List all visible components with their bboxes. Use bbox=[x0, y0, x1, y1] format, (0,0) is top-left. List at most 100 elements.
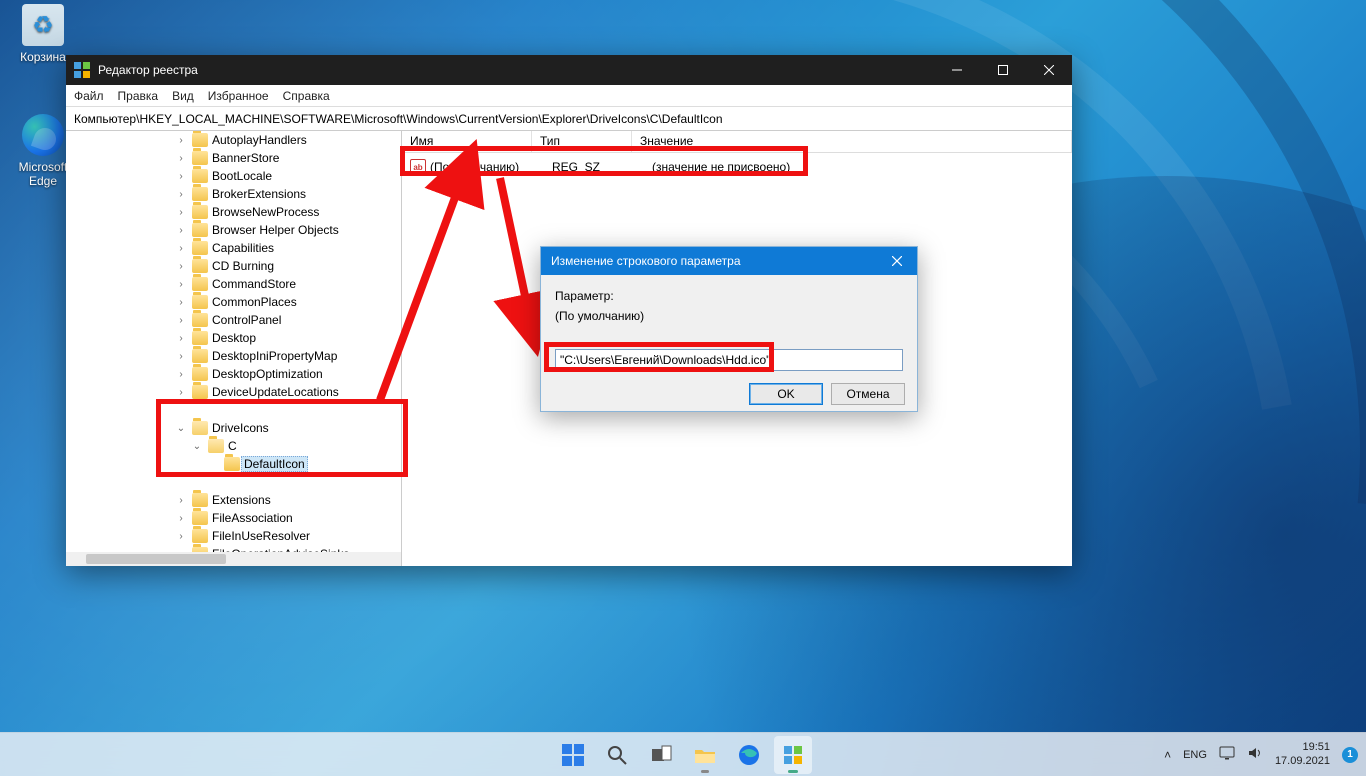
maximize-button[interactable] bbox=[980, 55, 1026, 85]
tree-item-driveicons[interactable]: ⌄ DriveIcons bbox=[66, 419, 401, 437]
tree-pane[interactable]: ›AutoplayHandlers›BannerStore›BootLocale… bbox=[66, 131, 402, 566]
system-tray[interactable]: ˄ ENG 19:51 17.09.2021 1 bbox=[1164, 741, 1358, 767]
tree-twisty-icon[interactable]: › bbox=[174, 495, 188, 506]
tree-twisty-icon[interactable]: › bbox=[174, 189, 188, 200]
dialog-titlebar[interactable]: Изменение строкового параметра bbox=[541, 247, 917, 275]
tree-item[interactable]: ›Extensions bbox=[66, 491, 401, 509]
edit-string-dialog: Изменение строкового параметра Параметр:… bbox=[540, 246, 918, 412]
address-bar[interactable]: Компьютер\HKEY_LOCAL_MACHINE\SOFTWARE\Mi… bbox=[66, 107, 1072, 131]
address-text: Компьютер\HKEY_LOCAL_MACHINE\SOFTWARE\Mi… bbox=[74, 112, 723, 126]
minimize-button[interactable] bbox=[934, 55, 980, 85]
tree-item[interactable]: ›CommonPlaces bbox=[66, 293, 401, 311]
tree-twisty-icon[interactable]: › bbox=[174, 513, 188, 524]
tree-twisty-icon[interactable]: › bbox=[174, 531, 188, 542]
tree-item[interactable]: › BrowseNewProcess bbox=[66, 203, 401, 221]
menu-help[interactable]: Справка bbox=[283, 89, 330, 103]
tree-twisty-icon[interactable]: › bbox=[174, 207, 188, 218]
menu-edit[interactable]: Правка bbox=[118, 89, 159, 103]
tree-item-label: BrokerExtensions bbox=[212, 187, 306, 201]
tree-item[interactable]: › FileInUseResolver bbox=[66, 527, 401, 545]
menu-view[interactable]: Вид bbox=[172, 89, 194, 103]
tree-item[interactable]: ›Capabilities bbox=[66, 239, 401, 257]
network-icon[interactable] bbox=[1219, 745, 1235, 764]
folder-icon bbox=[192, 529, 208, 543]
tree-twisty-icon[interactable]: ⌄ bbox=[190, 441, 204, 452]
volume-icon[interactable] bbox=[1247, 745, 1263, 764]
folder-icon bbox=[192, 493, 208, 507]
tree-item-label: CD Burning bbox=[212, 259, 274, 273]
tree-item-defaulticon[interactable]: ›DefaultIcon bbox=[66, 455, 401, 473]
tree-item[interactable]: ›DeviceUpdateLocations bbox=[66, 383, 401, 401]
tree-item-label: ControlPanel bbox=[212, 313, 281, 327]
dialog-close-button[interactable] bbox=[877, 247, 917, 275]
tree-horizontal-scrollbar[interactable] bbox=[66, 552, 401, 566]
values-header: Имя Тип Значение bbox=[402, 131, 1072, 153]
tree-twisty-icon[interactable]: › bbox=[174, 279, 188, 290]
col-header-name[interactable]: Имя bbox=[402, 131, 532, 152]
tree-item[interactable]: › Browser Helper Objects bbox=[66, 221, 401, 239]
tree-twisty-icon[interactable]: › bbox=[174, 297, 188, 308]
notification-badge[interactable]: 1 bbox=[1342, 747, 1358, 763]
folder-icon bbox=[192, 133, 208, 147]
tree-item[interactable]: › CD Burning bbox=[66, 257, 401, 275]
tree-twisty-icon[interactable]: ⌄ bbox=[174, 423, 188, 434]
tree-twisty-icon[interactable]: › bbox=[174, 315, 188, 326]
folder-icon bbox=[208, 439, 224, 453]
tree-item[interactable]: ›FileAssociation bbox=[66, 509, 401, 527]
tree-item-label: BrowseNewProcess bbox=[212, 205, 319, 219]
tree-twisty-icon[interactable]: › bbox=[174, 243, 188, 254]
dialog-param-label: Параметр: bbox=[555, 289, 903, 303]
regedit-taskbar-button[interactable] bbox=[774, 736, 812, 774]
tree-item[interactable]: ›AutoplayHandlers bbox=[66, 131, 401, 149]
tree-twisty-icon[interactable]: › bbox=[174, 171, 188, 182]
tree-twisty-icon[interactable]: › bbox=[174, 333, 188, 344]
tree-item-label: FileInUseResolver bbox=[212, 529, 310, 543]
tray-overflow-chevron-icon[interactable]: ˄ bbox=[1164, 748, 1171, 762]
tree-item[interactable]: ›DesktopOptimization bbox=[66, 365, 401, 383]
tree-item[interactable]: ›BootLocale bbox=[66, 167, 401, 185]
tree-item[interactable]: ›Desktop bbox=[66, 329, 401, 347]
tree-item[interactable]: ›DesktopIniPropertyMap bbox=[66, 347, 401, 365]
value-type: REG_SZ bbox=[544, 160, 644, 174]
dialog-value-input[interactable] bbox=[555, 349, 903, 371]
start-button[interactable] bbox=[554, 736, 592, 774]
tree-item-label: C bbox=[228, 439, 237, 453]
tree-item-label: DriveIcons bbox=[212, 421, 269, 435]
tree-twisty-icon[interactable]: › bbox=[174, 261, 188, 272]
search-button[interactable] bbox=[598, 736, 636, 774]
edge-button[interactable] bbox=[730, 736, 768, 774]
col-header-type[interactable]: Тип bbox=[532, 131, 632, 152]
titlebar[interactable]: Редактор реестра bbox=[66, 55, 1072, 85]
tree-twisty-icon[interactable]: › bbox=[174, 225, 188, 236]
tree-item[interactable]: › ControlPanel bbox=[66, 311, 401, 329]
folder-icon bbox=[192, 259, 208, 273]
folder-icon bbox=[192, 151, 208, 165]
close-button[interactable] bbox=[1026, 55, 1072, 85]
menu-file[interactable]: Файл bbox=[74, 89, 104, 103]
tree-twisty-icon[interactable]: › bbox=[174, 153, 188, 164]
col-header-data[interactable]: Значение bbox=[632, 131, 1072, 152]
taskview-button[interactable] bbox=[642, 736, 680, 774]
tree-item[interactable]: ›BannerStore bbox=[66, 149, 401, 167]
folder-icon bbox=[192, 367, 208, 381]
tree-twisty-icon[interactable]: › bbox=[174, 351, 188, 362]
clock[interactable]: 19:51 17.09.2021 bbox=[1275, 741, 1330, 767]
tree-item-c[interactable]: ⌄C bbox=[66, 437, 401, 455]
tree-item[interactable]: › BrokerExtensions bbox=[66, 185, 401, 203]
tree-twisty-icon[interactable]: › bbox=[174, 369, 188, 380]
tree-twisty-icon[interactable]: › bbox=[174, 135, 188, 146]
tree-item[interactable]: › CommandStore bbox=[66, 275, 401, 293]
menu-favorites[interactable]: Избранное bbox=[208, 89, 269, 103]
value-data: (значение не присвоено) bbox=[644, 160, 1072, 174]
taskbar[interactable]: ˄ ENG 19:51 17.09.2021 1 bbox=[0, 732, 1366, 776]
dialog-cancel-button[interactable]: Отмена bbox=[831, 383, 905, 405]
tree-item-label: Browser Helper Objects bbox=[212, 223, 339, 237]
value-row-default[interactable]: ab (По умолчанию) REG_SZ (значение не пр… bbox=[402, 157, 1072, 177]
explorer-button[interactable] bbox=[686, 736, 724, 774]
dialog-ok-button[interactable]: OK bbox=[749, 383, 823, 405]
tree-item-label: CommandStore bbox=[212, 277, 296, 291]
tree-item[interactable]: ›FileOperationAdviseSinks bbox=[66, 545, 401, 552]
language-indicator[interactable]: ENG bbox=[1183, 749, 1207, 761]
tree-twisty-icon[interactable]: › bbox=[174, 387, 188, 398]
clock-date: 17.09.2021 bbox=[1275, 755, 1330, 768]
